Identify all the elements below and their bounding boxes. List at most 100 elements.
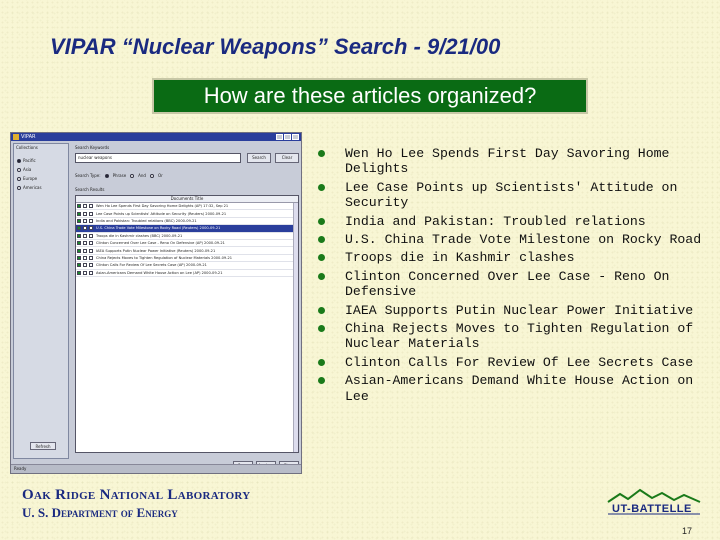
table-row[interactable]: China Rejects Moves to Tighten Regulatio… <box>76 255 298 263</box>
question-banner: How are these articles organized? <box>152 78 588 114</box>
list-item: India and Pakistan: Troubled relations <box>318 214 710 229</box>
row-checkbox[interactable] <box>89 204 93 209</box>
search-type-group: Search Type: Phrase And Or <box>75 173 163 178</box>
row-title: U.S. China Trade Vote Milestone on Rocky… <box>96 226 221 231</box>
table-row[interactable]: Clinton Calls For Review Of Lee Secrets … <box>76 262 298 270</box>
row-checkbox[interactable] <box>89 233 93 238</box>
article-title: Wen Ho Lee Spends First Day Savoring Hom… <box>345 146 670 177</box>
row-checkbox[interactable] <box>83 233 87 238</box>
table-row[interactable]: Troops die in Kashmir clashes (BBC) 2000… <box>76 233 298 240</box>
bullet-icon <box>318 306 325 314</box>
row-title: Wen Ho Lee Spends First Day Savoring Hom… <box>96 204 229 209</box>
article-title: Clinton Concerned Over Lee Case - Reno O… <box>345 268 670 300</box>
search-type-radio[interactable] <box>104 173 109 178</box>
search-button[interactable]: Search <box>247 153 271 163</box>
row-checkbox[interactable] <box>83 263 87 268</box>
table-row[interactable]: Lee Case Points up Scientists' Attitude … <box>76 210 298 218</box>
row-checkbox[interactable] <box>89 226 93 231</box>
search-type-option: Phrase <box>112 173 127 178</box>
table-row[interactable]: IAEA Supports Putin Nuclear Power Initia… <box>76 247 298 255</box>
row-title: Clinton Calls For Review Of Lee Secrets … <box>96 263 207 268</box>
search-keywords-label: Search Keywords <box>75 145 110 150</box>
article-title: Lee Case Points up Scientists' Attitude … <box>345 179 678 211</box>
collection-item[interactable]: Europe <box>17 174 42 183</box>
footer-lab-name: Oak Ridge National Laboratory <box>22 487 251 503</box>
clear-button[interactable]: Clear <box>275 153 299 163</box>
collections-label: Collections <box>16 145 38 150</box>
row-title: Troops die in Kashmir clashes (BBC) 2000… <box>96 233 183 238</box>
search-type-radio[interactable] <box>149 173 154 178</box>
list-item: Lee Case Points up Scientists' Attitude … <box>318 180 710 211</box>
row-checkbox[interactable] <box>83 226 87 231</box>
collections-list: Pacific Asia Europe Americas <box>17 156 42 192</box>
bullet-icon <box>318 377 325 385</box>
table-row[interactable]: Clinton Concerned Over Lee Case - Reno O… <box>76 240 298 248</box>
app-titlebar: VIPAR <box>11 133 301 141</box>
row-checkbox[interactable] <box>77 233 81 238</box>
row-title: IAEA Supports Putin Nuclear Power Initia… <box>96 248 216 253</box>
close-icon[interactable] <box>292 134 299 140</box>
table-row[interactable]: India and Pakistan: Troubled relations (… <box>76 218 298 226</box>
row-checkbox[interactable] <box>77 226 81 231</box>
row-checkbox[interactable] <box>83 255 87 260</box>
search-type-radio[interactable] <box>130 173 135 178</box>
row-title: Clinton Concerned Over Lee Case - Reno O… <box>96 241 225 246</box>
collection-label: Pacific <box>23 158 36 163</box>
article-title: China Rejects Moves to Tighten Regulatio… <box>345 321 694 352</box>
radio-icon <box>17 158 21 163</box>
article-title: U.S. China Trade Vote Milestone on Rocky… <box>345 232 702 248</box>
row-checkbox[interactable] <box>77 263 81 268</box>
bullet-icon <box>318 358 325 366</box>
collection-item[interactable]: Pacific <box>17 156 42 165</box>
row-checkbox[interactable] <box>83 248 87 253</box>
row-checkbox[interactable] <box>77 204 81 209</box>
row-checkbox[interactable] <box>77 241 81 246</box>
collection-label: Europe <box>23 176 38 181</box>
article-title: Troops die in Kashmir clashes <box>345 250 575 266</box>
collection-item[interactable]: Americas <box>17 183 42 192</box>
list-item: IAEA Supports Putin Nuclear Power Initia… <box>318 303 710 318</box>
bullet-icon <box>318 183 325 191</box>
refresh-button[interactable]: Refresh <box>30 442 56 450</box>
row-checkbox[interactable] <box>77 255 81 260</box>
table-row[interactable]: Asian-Americans Demand White House Actio… <box>76 270 298 277</box>
row-checkbox[interactable] <box>83 218 87 223</box>
row-checkbox[interactable] <box>77 248 81 253</box>
row-checkbox[interactable] <box>89 241 93 246</box>
collection-item[interactable]: Asia <box>17 165 42 174</box>
logo-text: UT-BATTELLE <box>612 503 692 515</box>
search-type-option: Or <box>157 173 163 178</box>
bullet-icon <box>318 254 325 262</box>
row-checkbox[interactable] <box>89 270 93 275</box>
list-item: Clinton Concerned Over Lee Case - Reno O… <box>318 269 710 300</box>
table-row[interactable]: U.S. China Trade Vote Milestone on Rocky… <box>76 225 298 233</box>
row-checkbox[interactable] <box>83 270 87 275</box>
results-header: Documents Title <box>76 196 298 203</box>
row-checkbox[interactable] <box>89 248 93 253</box>
row-checkbox[interactable] <box>89 218 93 223</box>
search-input[interactable]: nuclear weapons <box>75 153 241 163</box>
article-list: Wen Ho Lee Spends First Day Savoring Hom… <box>318 146 710 407</box>
radio-icon <box>17 176 21 181</box>
list-item: Wen Ho Lee Spends First Day Savoring Hom… <box>318 146 710 177</box>
row-checkbox[interactable] <box>83 204 87 209</box>
row-checkbox[interactable] <box>89 211 93 216</box>
row-checkbox[interactable] <box>89 255 93 260</box>
row-checkbox[interactable] <box>77 270 81 275</box>
minimize-icon[interactable] <box>276 134 283 140</box>
article-title: IAEA Supports Putin Nuclear Power Initia… <box>345 302 694 318</box>
list-item: China Rejects Moves to Tighten Regulatio… <box>318 321 710 352</box>
row-checkbox[interactable] <box>83 241 87 246</box>
row-checkbox[interactable] <box>77 211 81 216</box>
row-title: Lee Case Points up Scientists' Attitude … <box>96 211 227 216</box>
search-pane: Search Keywords nuclear weapons Search C… <box>73 143 299 459</box>
bullet-icon <box>318 150 325 157</box>
row-checkbox[interactable] <box>83 211 87 216</box>
table-row[interactable]: Wen Ho Lee Spends First Day Savoring Hom… <box>76 203 298 211</box>
row-checkbox[interactable] <box>89 263 93 268</box>
row-checkbox[interactable] <box>77 218 81 223</box>
list-item: U.S. China Trade Vote Milestone on Rocky… <box>318 232 710 247</box>
maximize-icon[interactable] <box>284 134 291 140</box>
results-scrollbar[interactable] <box>293 203 298 452</box>
slide-title: VIPAR “Nuclear Weapons” Search - 9/21/00 <box>50 34 501 59</box>
